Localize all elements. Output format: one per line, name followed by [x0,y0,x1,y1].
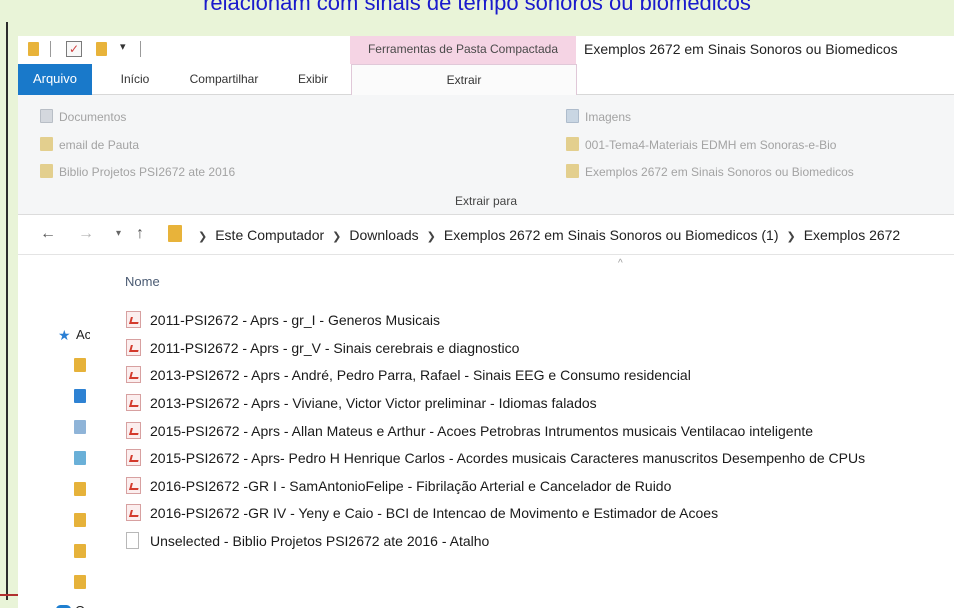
file-row[interactable]: 2011-PSI2672 - Aprs - gr_V - Sinais cere… [126,337,519,359]
folder-icon [74,358,86,372]
pdf-file-icon [126,422,141,439]
ribbon-group-label: Extrair para [454,194,518,208]
slide-border [6,22,8,600]
chevron-right-icon[interactable]: ❯ [787,231,796,243]
downloads-folder-icon [74,389,86,403]
file-list: ^ Nome 2011-PSI2672 - Aprs - gr_I - Gene… [90,256,954,608]
file-row[interactable]: Unselected - Biblio Projetos PSI2672 ate… [126,530,489,552]
back-arrow-icon[interactable]: ← [40,225,56,243]
ribbon-extract-panel: Documentos email de Pauta Biblio Projeto… [18,95,954,215]
properties-check-icon[interactable]: ✓ [66,41,82,57]
file-row[interactable]: 2016-PSI2672 -GR I - SamAntonioFelipe - … [126,475,671,497]
extract-to-documents[interactable]: Documentos [40,108,126,126]
folder-icon [74,575,86,589]
folder-icon [74,513,86,527]
recent-locations-chevron-icon[interactable]: ▾ [116,228,121,239]
window-title: Exemplos 2672 em Sinais Sonoros ou Biome… [584,41,898,57]
documents-folder-icon [74,420,86,434]
file-row[interactable]: 2015-PSI2672 - Aprs - Allan Mateus e Art… [126,420,813,442]
extract-to-pictures[interactable]: Imagens [566,108,631,126]
new-folder-icon[interactable] [96,42,107,56]
breadcrumb-this-pc[interactable]: Este Computador [215,227,324,243]
file-row[interactable]: 2013-PSI2672 - Aprs - André, Pedro Parra… [126,364,691,386]
customize-toolbar-icon[interactable]: ▾ [120,40,126,53]
title-bar: ✓ ▾ Ferramentas de Pasta Compactada Exem… [18,36,954,64]
pdf-file-icon [126,366,141,383]
pdf-file-icon [126,339,141,356]
breadcrumb-exemplos-folder[interactable]: Exemplos 2672 em Sinais Sonoros ou Biome… [444,227,779,243]
folder-icon [28,42,39,56]
file-row[interactable]: 2011-PSI2672 - Aprs - gr_I - Generos Mus… [126,309,440,331]
extract-to-biblio-projetos[interactable]: Biblio Projetos PSI2672 ate 2016 [40,163,235,181]
star-icon: ★ [58,327,71,343]
folder-icon [566,164,579,178]
slide-title: relacionam com sinais de tempo sonoros o… [203,0,751,15]
pdf-file-icon [126,311,141,328]
pdf-file-icon [126,449,141,466]
folder-icon [168,225,182,242]
chevron-right-icon[interactable]: ❯ [198,231,207,243]
up-arrow-icon[interactable]: ↑ [136,225,144,243]
file-row[interactable]: 2015-PSI2672 - Aprs- Pedro H Henrique Ca… [126,447,865,469]
tab-view[interactable]: Exibir [290,64,336,95]
file-row[interactable]: 2013-PSI2672 - Aprs - Viviane, Victor Vi… [126,392,597,414]
pdf-file-icon [126,394,141,411]
folder-icon [74,482,86,496]
folder-icon [40,164,53,178]
folder-icon [40,137,53,151]
compressed-folder-tools-tab[interactable]: Ferramentas de Pasta Compactada [350,36,576,64]
sidebar-item-onedrive[interactable]: Or [56,602,89,608]
forward-arrow-icon[interactable]: → [78,225,94,243]
documents-folder-icon [40,109,53,123]
tab-home[interactable]: Início [110,64,160,95]
file-explorer-window: ✓ ▾ Ferramentas de Pasta Compactada Exem… [18,36,954,608]
folder-icon [566,137,579,151]
breadcrumb-exemplos-zip[interactable]: Exemplos 2672 [804,227,901,243]
chevron-right-icon[interactable]: ❯ [332,231,341,243]
tab-extract[interactable]: Extrair [351,64,577,96]
tab-file[interactable]: Arquivo [18,64,92,95]
chevron-right-icon[interactable]: ❯ [427,231,436,243]
sidebar-item-quick-access[interactable]: ★ Ac [58,326,91,344]
toolbar-divider [50,41,51,57]
navigation-pane: ★Ac Á D D I C E e E Or [18,256,99,608]
tab-share[interactable]: Compartilhar [176,64,272,95]
sort-ascending-icon: ^ [618,258,623,269]
pictures-folder-icon [74,451,86,465]
address-bar: ← → ▾ ↑ ❯ Este Computador ❯ Downloads ❯ Exemp… [18,215,954,255]
extract-to-email-de-pauta[interactable]: email de Pauta [40,136,139,154]
breadcrumb-downloads[interactable]: Downloads [349,227,418,243]
pdf-file-icon [126,504,141,521]
toolbar-divider [140,41,141,57]
pictures-folder-icon [566,109,579,123]
ribbon-tabs: Arquivo Início Compartilhar Exibir Extra… [18,64,954,96]
extract-to-exemplos-2672[interactable]: Exemplos 2672 em Sinais Sonoros ou Biome… [566,163,854,181]
shortcut-file-icon [126,532,139,549]
pdf-file-icon [126,477,141,494]
extract-to-tema4-materiais[interactable]: 001-Tema4-Materiais EDMH em Sonoras-e-Bi… [566,136,836,154]
column-header-name[interactable]: Nome [125,274,160,289]
breadcrumb: ❯ Este Computador ❯ Downloads ❯ Exemplos 2672… [190,223,900,247]
file-row[interactable]: 2016-PSI2672 -GR IV - Yeny e Caio - BCI … [126,502,718,524]
folder-icon [74,544,86,558]
